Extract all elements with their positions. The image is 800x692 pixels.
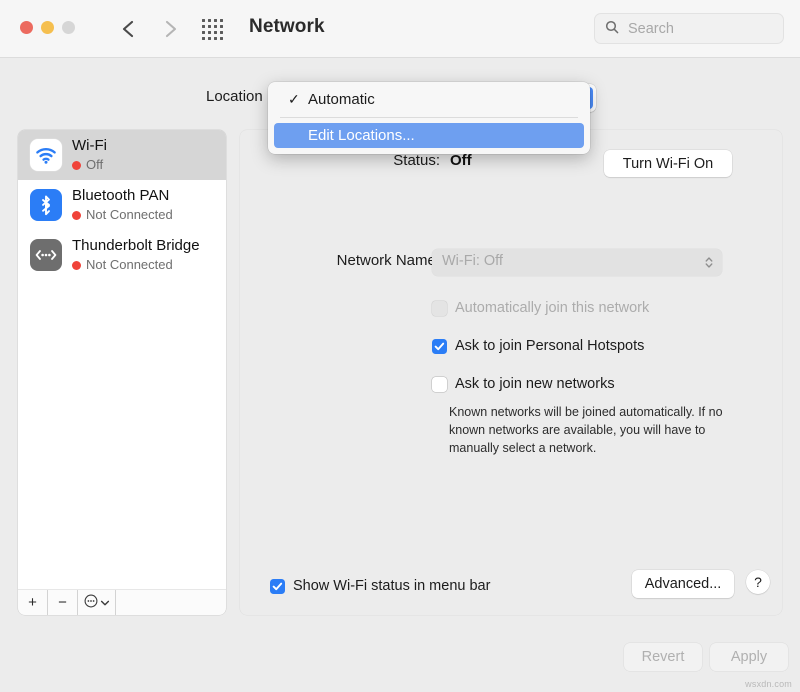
- checkmark-icon: [434, 341, 445, 352]
- sidebar-item-text: Bluetooth PAN Not Connected: [72, 187, 173, 222]
- service-status: Off: [72, 158, 107, 173]
- service-actions-button[interactable]: [78, 590, 116, 615]
- service-status: Not Connected: [72, 258, 200, 273]
- status-dot-icon: [72, 261, 81, 270]
- status-dot-icon: [72, 161, 81, 170]
- circle-ellipsis-icon: [84, 594, 98, 612]
- checkbox-label: Ask to join Personal Hotspots: [455, 338, 644, 354]
- search-field[interactable]: [594, 13, 784, 44]
- advanced-button[interactable]: Advanced...: [632, 570, 734, 598]
- location-label: Location: [206, 88, 263, 105]
- checkbox-label: Ask to join new networks: [455, 376, 615, 392]
- sidebar-item-wifi[interactable]: Wi-Fi Off: [18, 130, 226, 180]
- search-input[interactable]: [626, 20, 770, 38]
- advanced-label: Advanced...: [645, 576, 722, 592]
- service-status-label: Off: [86, 158, 103, 173]
- network-name-popup[interactable]: Wi-Fi: Off: [432, 249, 722, 276]
- remove-service-label: −: [58, 594, 67, 611]
- thunderbolt-bridge-icon: [30, 239, 62, 271]
- service-name: Thunderbolt Bridge: [72, 237, 200, 254]
- wifi-icon: [30, 139, 62, 171]
- add-service-button[interactable]: +: [18, 590, 48, 615]
- search-icon: [605, 20, 619, 39]
- revert-label: Revert: [642, 649, 685, 665]
- minimize-button[interactable]: [41, 21, 54, 34]
- checkbox-new-networks[interactable]: [432, 377, 447, 392]
- sidebar-item-bluetooth-pan[interactable]: Bluetooth PAN Not Connected: [18, 180, 226, 230]
- maximize-button[interactable]: [62, 21, 75, 34]
- service-status-label: Not Connected: [86, 258, 173, 273]
- sidebar-item-thunderbolt-bridge[interactable]: Thunderbolt Bridge Not Connected: [18, 230, 226, 280]
- bluetooth-icon: [30, 189, 62, 221]
- apply-label: Apply: [731, 649, 767, 665]
- sidebar-toolbar: + −: [18, 590, 226, 615]
- service-status: Not Connected: [72, 208, 173, 223]
- wifi-detail-panel: Status: Off Turn Wi-Fi On Network Name: …: [240, 130, 782, 615]
- status-dot-icon: [72, 211, 81, 220]
- sidebar-item-text: Thunderbolt Bridge Not Connected: [72, 237, 200, 272]
- revert-button[interactable]: Revert: [624, 643, 702, 671]
- checkbox-row-new-networks[interactable]: Ask to join new networks: [432, 376, 615, 392]
- titlebar: Network: [0, 0, 800, 58]
- network-name-label: Network Name:: [280, 252, 440, 269]
- checkmark-icon: ✓: [288, 87, 300, 112]
- forward-button[interactable]: [157, 14, 183, 44]
- page-title: Network: [249, 16, 325, 38]
- menu-item-label: Automatic: [308, 91, 375, 108]
- remove-service-button[interactable]: −: [48, 590, 78, 615]
- add-service-label: +: [28, 594, 37, 611]
- checkbox-label: Show Wi-Fi status in menu bar: [293, 578, 490, 594]
- watermark: wsxdn.com: [745, 679, 792, 689]
- turn-wifi-on-button[interactable]: Turn Wi-Fi On: [604, 150, 732, 177]
- join-networks-help-text: Known networks will be joined automatica…: [449, 404, 746, 457]
- menu-item-edit-locations[interactable]: Edit Locations...: [274, 123, 584, 148]
- back-button[interactable]: [116, 14, 142, 44]
- grid-apps-icon[interactable]: [202, 19, 224, 39]
- help-button[interactable]: ?: [746, 570, 770, 594]
- menu-separator: [280, 117, 578, 118]
- checkbox-row-auto-join: Automatically join this network: [432, 300, 649, 316]
- network-name-value: Wi-Fi: Off: [442, 253, 503, 269]
- checkbox-label: Automatically join this network: [455, 300, 649, 316]
- service-name: Wi-Fi: [72, 137, 107, 154]
- checkmark-icon: [272, 581, 283, 592]
- updown-chevrons-icon: [704, 255, 714, 275]
- status-label: Status:: [320, 152, 440, 169]
- status-value: Off: [450, 152, 472, 169]
- turn-wifi-on-label: Turn Wi-Fi On: [623, 156, 714, 172]
- service-status-label: Not Connected: [86, 208, 173, 223]
- close-button[interactable]: [20, 21, 33, 34]
- checkbox-row-personal-hotspots[interactable]: Ask to join Personal Hotspots: [432, 338, 644, 354]
- menu-item-automatic[interactable]: ✓ Automatic: [274, 87, 584, 112]
- checkbox-row-menubar-status[interactable]: Show Wi-Fi status in menu bar: [270, 578, 490, 594]
- checkbox-auto-join: [432, 301, 447, 316]
- location-dropdown-menu: ✓ Automatic Edit Locations...: [268, 82, 590, 154]
- services-sidebar: Wi-Fi Off Bluetooth PAN Not Connected: [18, 130, 226, 614]
- checkbox-personal-hotspots[interactable]: [432, 339, 447, 354]
- window-controls: [20, 21, 75, 34]
- service-name: Bluetooth PAN: [72, 187, 169, 204]
- chevron-right-icon: [157, 14, 183, 44]
- help-label: ?: [754, 574, 762, 590]
- sidebar-item-text: Wi-Fi Off: [72, 137, 107, 172]
- checkbox-menubar-status[interactable]: [270, 579, 285, 594]
- toolbar-filler: [116, 590, 226, 615]
- chevron-down-icon: [100, 594, 110, 611]
- chevron-left-icon: [116, 14, 142, 44]
- apply-button[interactable]: Apply: [710, 643, 788, 671]
- network-preferences-window: Network Location Automatic ✓ Automatic: [0, 0, 800, 692]
- menu-item-label: Edit Locations...: [308, 127, 415, 144]
